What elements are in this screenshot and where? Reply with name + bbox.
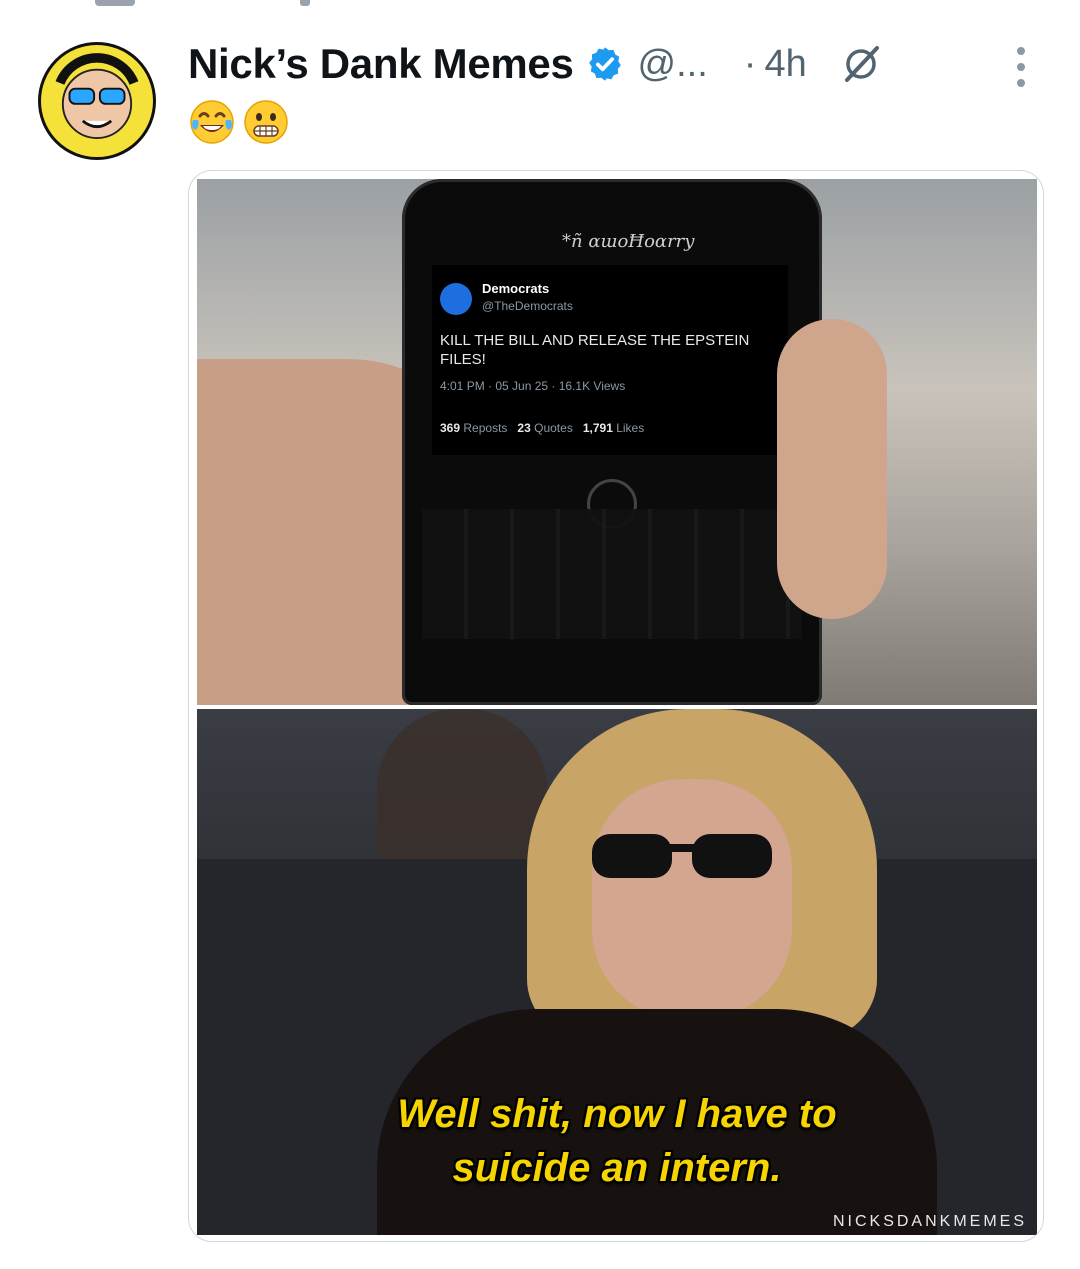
phone-image: *ñ ɑɯoĦoɑrry Democrats @TheDemocrats KIL… [402,179,822,705]
post-media[interactable]: *ñ ɑɯoĦoɑrry Democrats @TheDemocrats KIL… [188,170,1044,1242]
post-timestamp[interactable]: 4h [764,43,806,86]
caption-line-2: suicide an intern. [452,1146,782,1190]
phone-brand-text: *ñ ɑɯoĦoɑrry [562,231,695,252]
embedded-tweet-meta: 4:01 PM · 05 Jun 25 · 16.1K Views [440,379,626,393]
woman-face-image [592,779,792,1019]
post-text [188,98,290,146]
reposts-count: 369 [440,421,461,435]
grimacing-emoji-icon [244,100,288,144]
likes-count: 1,791 [582,421,613,435]
democrats-avatar [440,283,472,315]
previous-post-stub [0,0,1080,10]
meme-caption: Well shit, now I have to suicide an inte… [197,1087,1037,1195]
keyboard-image [422,509,802,639]
sunglasses-image [592,834,772,878]
grok-icon[interactable] [839,42,883,86]
verified-badge-icon [588,47,621,81]
meme-panel-phone: *ñ ɑɯoĦoɑrry Democrats @TheDemocrats KIL… [197,179,1037,705]
likes-label: Likes [616,421,645,435]
author-avatar[interactable] [38,42,156,160]
quotes-label: Quotes [534,421,573,435]
embedded-tweet: Democrats @TheDemocrats KILL THE BILL AN… [432,265,788,455]
author-name[interactable]: Nick’s Dank Memes [188,40,574,88]
meme-panel-reaction: Well shit, now I have to suicide an inte… [197,709,1037,1235]
post-header: Nick’s Dank Memes @... · 4h [188,36,883,92]
embedded-tweet-stats: 369 Reposts 23 Quotes 1,791 Likes [440,421,644,435]
embedded-tweet-name: Democrats [482,281,550,296]
separator: · [743,42,757,85]
thumb-image [777,319,887,619]
embedded-tweet-handle: @TheDemocrats [482,299,573,313]
more-vertical-icon[interactable] [1008,44,1034,90]
reposts-label: Reposts [463,421,508,435]
watermark: NICKSDANKMEMES [832,1213,1027,1230]
author-handle[interactable]: @... [638,43,708,86]
embedded-tweet-text: KILL THE BILL AND RELEASE THE EPSTEIN FI… [440,332,750,368]
caption-line-1: Well shit, now I have to [397,1092,837,1136]
tears-of-joy-emoji-icon [190,100,234,144]
avatar-logo-icon [43,47,151,155]
quotes-count: 23 [517,421,531,435]
